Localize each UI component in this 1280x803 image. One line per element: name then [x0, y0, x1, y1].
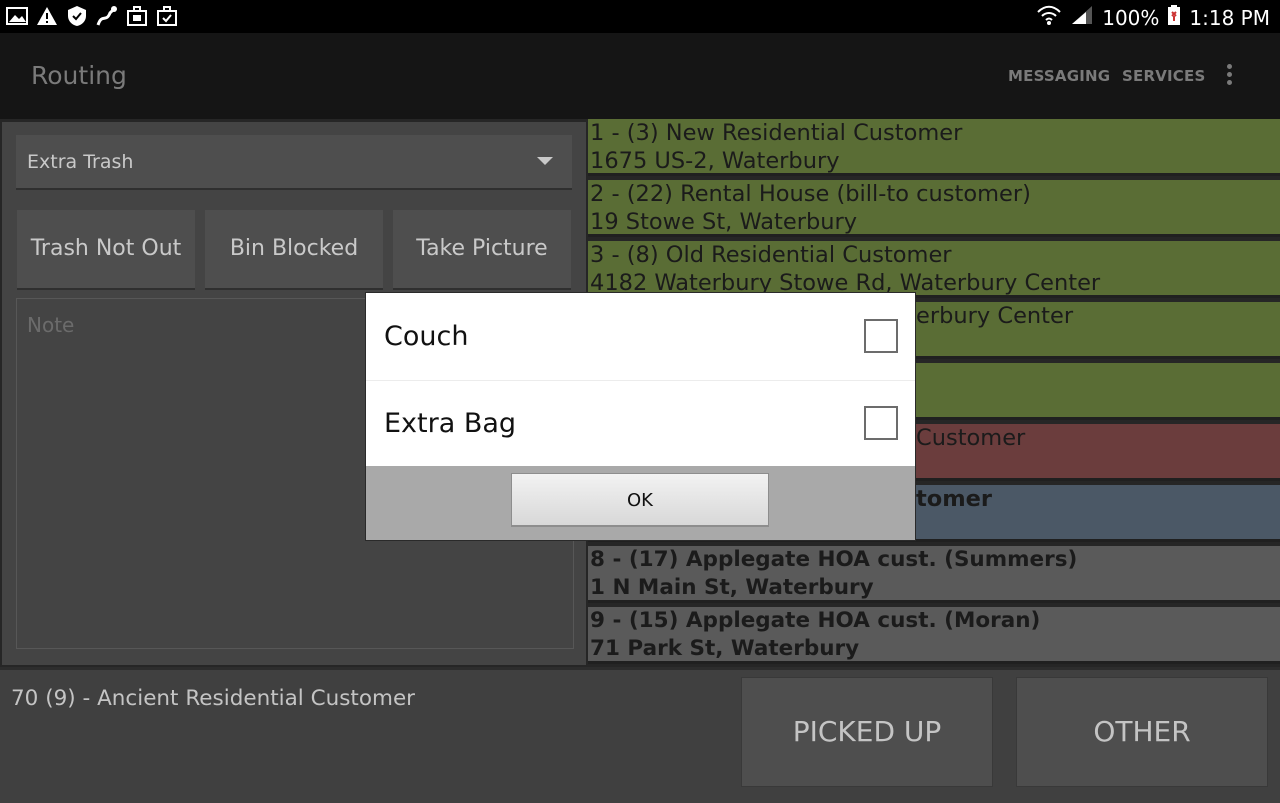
page-title: Routing [31, 61, 127, 90]
trash-not-out-button[interactable]: Trash Not Out [17, 210, 195, 290]
stop-item[interactable]: 9 - (15) Applegate HOA cust. (Moran) 71 P… [588, 607, 1280, 664]
briefcase-icon [126, 5, 148, 27]
stop-item[interactable]: 2 - (22) Rental House (bill-to customer)… [588, 180, 1280, 237]
status-bar: 100% 1:18 PM [0, 0, 1280, 33]
services-button[interactable]: SERVICES [1122, 67, 1205, 85]
clock: 1:18 PM [1189, 5, 1270, 30]
service-type-dropdown[interactable]: Extra Trash [16, 135, 572, 190]
stop-item[interactable]: 3 - (8) Old Residential Customer 4182 Wat… [588, 241, 1280, 298]
route-icon [96, 5, 118, 27]
extra-items-dialog: Couch Extra Bag OK [366, 293, 915, 540]
other-button[interactable]: OTHER [1016, 677, 1268, 787]
overflow-menu-icon[interactable] [1222, 64, 1236, 90]
bottom-bar: 70 (9) - Ancient Residential Customer PI… [0, 667, 1280, 803]
option-label: Extra Bag [384, 408, 517, 439]
battery-icon [1167, 4, 1181, 31]
note-placeholder: Note [27, 313, 75, 337]
extra-bag-checkbox[interactable] [864, 406, 898, 440]
stop-item[interactable]: 1 - (3) New Residential Customer 1675 US-… [588, 119, 1280, 176]
messaging-button[interactable]: MESSAGING [1008, 67, 1110, 85]
dropdown-arrow-icon [537, 157, 553, 165]
picked-up-button[interactable]: PICKED UP [741, 677, 993, 787]
briefcase-check-icon [156, 5, 178, 27]
couch-checkbox[interactable] [864, 319, 898, 353]
dialog-option-couch[interactable]: Couch [366, 293, 915, 379]
dialog-option-extra-bag[interactable]: Extra Bag [366, 380, 915, 466]
dialog-footer: OK [366, 466, 915, 540]
signal-icon [1070, 4, 1094, 31]
app-bar: Routing MESSAGING SERVICES [0, 33, 1280, 119]
ok-button[interactable]: OK [511, 473, 769, 527]
current-customer-label: 70 (9) - Ancient Residential Customer [11, 686, 416, 711]
wifi-icon [1036, 4, 1062, 31]
option-label: Couch [384, 321, 469, 352]
dropdown-value: Extra Trash [27, 151, 134, 173]
stop-item[interactable]: 8 - (17) Applegate HOA cust. (Summers) 1 … [588, 546, 1280, 603]
battery-percent: 100% [1102, 5, 1160, 30]
warning-icon [36, 5, 58, 27]
image-icon [6, 5, 28, 27]
bin-blocked-button[interactable]: Bin Blocked [205, 210, 383, 290]
notification-icons [6, 5, 178, 27]
take-picture-button[interactable]: Take Picture [393, 210, 571, 290]
shield-icon [66, 5, 88, 27]
